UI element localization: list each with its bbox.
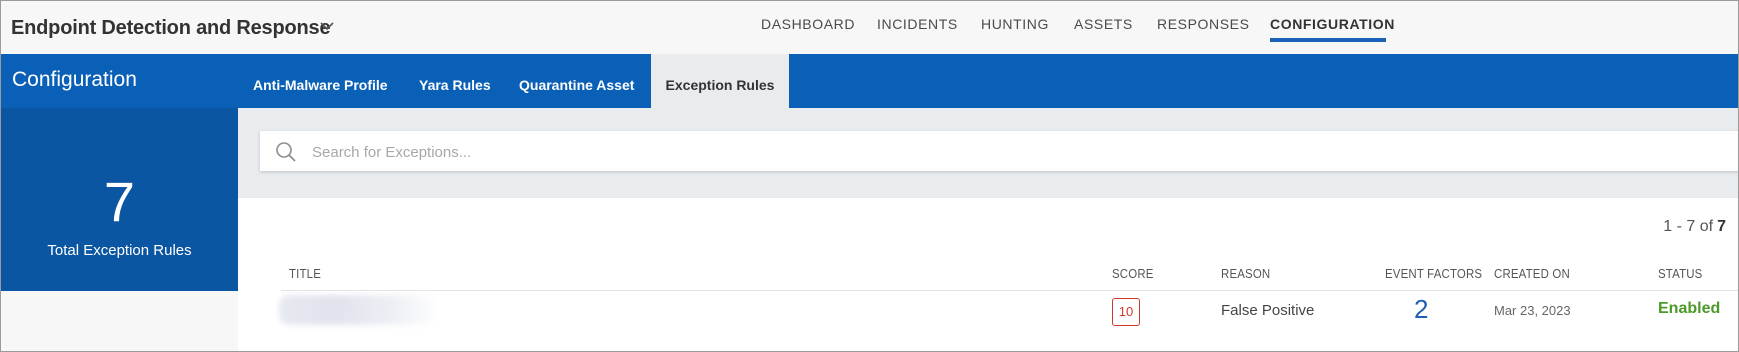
table-row-divider (281, 290, 1738, 291)
tab-quarantine-asset[interactable]: Quarantine Asset (519, 54, 634, 108)
pagination-range: 1 - 7 of (1663, 218, 1714, 235)
column-created-on[interactable]: CREATED ON (1494, 266, 1570, 281)
score-badge: 10 (1112, 298, 1140, 326)
search-input[interactable] (310, 131, 1714, 173)
nav-incidents[interactable]: INCIDENTS (877, 16, 958, 32)
redacted-title[interactable] (279, 295, 439, 325)
column-score[interactable]: SCORE (1112, 266, 1154, 281)
pagination-total: 7 (1717, 218, 1726, 235)
event-factors-count[interactable]: 2 (1414, 294, 1428, 325)
nav-configuration[interactable]: CONFIGURATION (1270, 16, 1395, 32)
reason-value: False Positive (1221, 302, 1315, 319)
app-title[interactable]: Endpoint Detection and Response (11, 17, 331, 40)
total-rules-count: 7 (103, 170, 136, 233)
tab-yara-rules[interactable]: Yara Rules (419, 54, 491, 108)
created-on-value: Mar 23, 2023 (1494, 303, 1571, 318)
column-event-factors[interactable]: EVENT FACTORS (1385, 266, 1482, 281)
tab-exception-rules[interactable]: Exception Rules (651, 54, 789, 108)
nav-responses[interactable]: RESPONSES (1157, 16, 1250, 32)
column-status[interactable]: STATUS (1658, 266, 1702, 281)
pagination-info: 1 - 7 of 7 (1663, 218, 1726, 236)
status-badge: Enabled (1658, 300, 1721, 317)
nav-assets[interactable]: ASSETS (1074, 16, 1133, 32)
tab-anti-malware-profile[interactable]: Anti-Malware Profile (253, 54, 388, 108)
active-nav-indicator (1270, 38, 1386, 42)
page-title: Configuration (12, 68, 137, 91)
nav-dashboard[interactable]: DASHBOARD (761, 16, 855, 32)
app-window: Endpoint Detection and Response DASHBOAR… (0, 0, 1739, 352)
search-box (260, 131, 1738, 173)
nav-hunting[interactable]: HUNTING (981, 16, 1049, 32)
total-rules-label: Total Exception Rules (47, 242, 192, 259)
column-reason[interactable]: REASON (1221, 266, 1270, 281)
column-title[interactable]: TITLE (289, 266, 321, 281)
search-icon (276, 142, 296, 162)
chevron-down-icon[interactable] (319, 20, 335, 32)
